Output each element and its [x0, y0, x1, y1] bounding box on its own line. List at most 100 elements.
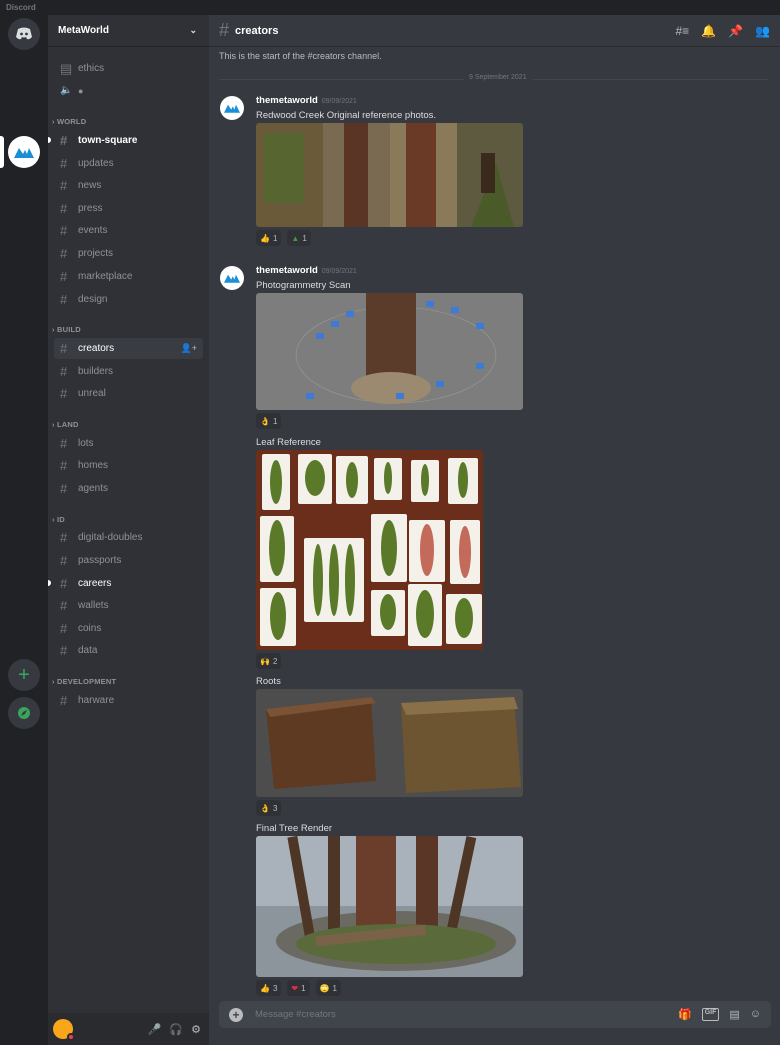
voice-channel[interactable]: 🔈 ●	[54, 80, 203, 101]
category-id[interactable]: › ID	[52, 515, 65, 524]
members-icon[interactable]: 👥	[755, 24, 770, 38]
thumbs-up-icon: 👍	[260, 983, 270, 993]
attach-plus-icon[interactable]: +	[229, 1007, 243, 1022]
channel-updates[interactable]: # updates	[54, 153, 203, 174]
channel-creators[interactable]: # creators 👤+	[54, 338, 203, 359]
category-build[interactable]: › BUILD	[52, 325, 81, 334]
message-text: Roots	[256, 676, 281, 687]
image-attachment-photogrammetry-scan[interactable]	[256, 293, 523, 410]
voice-channel-emoji-icon: ●	[78, 85, 84, 96]
explore-servers-button[interactable]	[8, 697, 40, 729]
channel-town-square[interactable]: # town-square	[54, 130, 203, 151]
ok-hand-icon: 👌	[260, 416, 270, 426]
image-attachment-leaf-reference[interactable]	[256, 450, 483, 650]
channel-header: # creators #≡ 🔔 📌 👥	[209, 15, 780, 47]
headphones-icon[interactable]: 🎧	[169, 1023, 183, 1036]
hash-icon: #	[60, 292, 68, 307]
app-title: Discord	[0, 0, 780, 15]
reaction-button[interactable]: 👍 3	[256, 980, 282, 996]
channel-unreal[interactable]: # unreal	[54, 383, 203, 404]
channel-data[interactable]: # data	[54, 640, 203, 661]
avatar[interactable]	[220, 266, 244, 290]
channel-ethics[interactable]: ▤ ethics	[54, 58, 203, 79]
message-author[interactable]: themetaworld 09/09/2021	[256, 95, 357, 106]
avatar[interactable]	[53, 1019, 75, 1041]
thumbs-up-icon: 👍	[260, 233, 270, 243]
pin-icon[interactable]: 📌	[728, 24, 743, 38]
channel-marketplace[interactable]: # marketplace	[54, 266, 203, 287]
gear-icon[interactable]: ⚙	[191, 1023, 201, 1036]
reaction-button[interactable]: 👍 1	[256, 230, 282, 246]
date-divider: 9 September 2021	[219, 74, 769, 81]
reaction-button[interactable]: 👌 1	[256, 413, 282, 429]
channel-start-text: This is the start of the #creators chann…	[219, 51, 382, 61]
reaction-button[interactable]: 👌 3	[256, 800, 282, 816]
message-author[interactable]: themetaworld 09/09/2021	[256, 265, 357, 276]
add-server-button[interactable]: +	[8, 659, 40, 691]
channel-events[interactable]: # events	[54, 220, 203, 241]
hash-icon: #	[60, 693, 68, 708]
server-list: +	[0, 15, 48, 1045]
category-development[interactable]: › DEVELOPMENT	[52, 677, 116, 686]
channel-title: creators	[235, 24, 279, 37]
bell-icon[interactable]: 🔔	[701, 24, 716, 38]
reaction-button[interactable]: ▲ 1	[287, 230, 311, 246]
emoji-picker-icon[interactable]: ☺	[750, 1008, 761, 1021]
channel-label: ethics	[78, 63, 105, 74]
discord-home-button[interactable]	[8, 18, 40, 50]
hash-icon: #	[60, 621, 68, 636]
channel-agents[interactable]: # agents	[54, 478, 203, 499]
hash-icon: #	[60, 458, 68, 473]
category-land[interactable]: › LAND	[52, 420, 79, 429]
microphone-icon[interactable]: 🎤	[148, 1023, 162, 1036]
server-icon-metaworld[interactable]	[8, 136, 40, 168]
threads-icon[interactable]: #≡	[675, 24, 689, 38]
photogrammetry-scan-image	[256, 293, 523, 410]
metaworld-logo-icon	[224, 274, 240, 283]
channel-homes[interactable]: # homes	[54, 455, 203, 476]
channel-press[interactable]: # press	[54, 198, 203, 219]
channel-digital-doubles[interactable]: # digital-doubles	[54, 527, 203, 548]
channel-news[interactable]: # news	[54, 175, 203, 196]
gif-button[interactable]: GIF	[701, 1008, 720, 1021]
message-text: Leaf Reference	[256, 437, 321, 448]
channel-wallets[interactable]: # wallets	[54, 595, 203, 616]
image-attachment-roots[interactable]	[256, 689, 523, 797]
invite-user-icon[interactable]: 👤+	[181, 343, 197, 354]
server-header[interactable]: MetaWorld ⌄	[48, 15, 209, 47]
channel-careers[interactable]: # careers	[54, 573, 203, 594]
final-tree-render-image	[256, 836, 523, 971]
dnd-status-icon	[67, 1033, 75, 1041]
gift-icon[interactable]: 🎁	[678, 1008, 692, 1021]
hash-icon: #	[60, 643, 68, 658]
heart-icon: ❤	[291, 983, 299, 993]
reaction-button[interactable]: 🙄 1	[315, 980, 341, 996]
avatar[interactable]	[220, 96, 244, 120]
reaction-button[interactable]: ❤ 1	[287, 980, 310, 996]
sticker-icon[interactable]: ▤	[729, 1008, 739, 1021]
reactions-row: 👌 3	[256, 800, 282, 816]
hash-icon: #	[60, 386, 68, 401]
image-attachment-reference-photos[interactable]	[256, 123, 523, 227]
hash-icon: #	[60, 598, 68, 613]
channel-lots[interactable]: # lots	[54, 433, 203, 454]
hash-icon: #	[60, 436, 68, 451]
channel-projects[interactable]: # projects	[54, 243, 203, 264]
channel-design[interactable]: # design	[54, 289, 203, 310]
channel-passports[interactable]: # passports	[54, 550, 203, 571]
category-world[interactable]: › WORLD	[52, 117, 86, 126]
channel-coins[interactable]: # coins	[54, 618, 203, 639]
message-composer: + 🎁 GIF ▤ ☺	[219, 1001, 771, 1028]
message-input[interactable]	[255, 1009, 678, 1020]
message-text: Final Tree Render	[256, 823, 333, 834]
message-timestamp: 09/09/2021	[321, 268, 357, 275]
reaction-button[interactable]: 🙌 2	[256, 653, 282, 669]
channel-builders[interactable]: # builders	[54, 361, 203, 382]
hash-icon: #	[60, 156, 68, 171]
raised-hands-icon: 🙌	[260, 656, 270, 666]
channel-harware[interactable]: # harware	[54, 690, 203, 711]
hash-icon: #	[60, 269, 68, 284]
chat-area: # creators #≡ 🔔 📌 👥 This is the start of…	[209, 15, 780, 1045]
image-attachment-final-tree-render[interactable]	[256, 836, 523, 977]
hash-icon: #	[60, 576, 68, 591]
